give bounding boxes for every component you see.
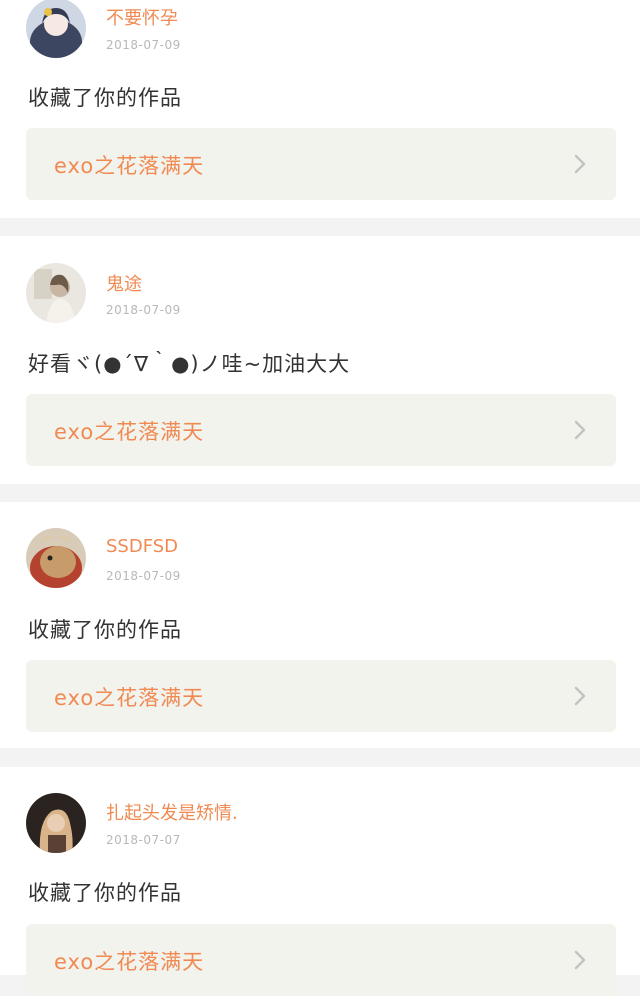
chevron-right-icon: [574, 950, 586, 970]
avatar-blonde-woman-icon: [26, 793, 86, 853]
work-link[interactable]: exo之花落满天: [26, 394, 616, 466]
username[interactable]: 鬼途: [106, 270, 142, 296]
work-link[interactable]: exo之花落满天: [26, 660, 616, 732]
username[interactable]: 不要怀孕: [106, 4, 178, 30]
activity-text: 收藏了你的作品: [28, 618, 182, 642]
chevron-right-icon: [574, 420, 586, 440]
work-title: exo之花落满天: [54, 950, 205, 974]
activity-text: 收藏了你的作品: [28, 881, 182, 905]
work-title: exo之花落满天: [54, 686, 205, 710]
work-link[interactable]: exo之花落满天: [26, 924, 616, 996]
activity-text: 收藏了你的作品: [28, 86, 182, 110]
avatar-guinea-pig-icon: [26, 528, 86, 588]
notification-card: SSDFSD 2018-07-09 收藏了你的作品 exo之花落满天: [0, 502, 640, 748]
activity-text: 好看ヾ(●´∇｀●)ノ哇~加油大大: [28, 352, 351, 376]
notification-feed: 不要怀孕 2018-07-09 收藏了你的作品 exo之花落满天 鬼途 2018…: [0, 0, 640, 996]
chevron-right-icon: [574, 686, 586, 706]
avatar-girl-illustration-icon: [26, 0, 86, 58]
notification-card: 扎起头发是矫情. 2018-07-07 收藏了你的作品 exo之花落满天: [0, 767, 640, 996]
notification-card: 鬼途 2018-07-09 好看ヾ(●´∇｀●)ノ哇~加油大大 exo之花落满天: [0, 236, 640, 484]
work-title: exo之花落满天: [54, 154, 205, 178]
chevron-right-icon: [574, 154, 586, 174]
user-avatar[interactable]: [26, 793, 86, 853]
work-link[interactable]: exo之花落满天: [26, 128, 616, 200]
timestamp: 2018-07-09: [106, 303, 181, 317]
username[interactable]: 扎起头发是矫情.: [106, 799, 238, 825]
timestamp: 2018-07-07: [106, 833, 181, 847]
timestamp: 2018-07-09: [106, 569, 181, 583]
username[interactable]: SSDFSD: [106, 536, 178, 557]
avatar-girl-photo-icon: [26, 263, 86, 323]
notification-card: 不要怀孕 2018-07-09 收藏了你的作品 exo之花落满天: [0, 0, 640, 218]
timestamp: 2018-07-09: [106, 38, 181, 52]
user-avatar[interactable]: [26, 0, 86, 58]
user-avatar[interactable]: [26, 528, 86, 588]
work-title: exo之花落满天: [54, 420, 205, 444]
user-avatar[interactable]: [26, 263, 86, 323]
